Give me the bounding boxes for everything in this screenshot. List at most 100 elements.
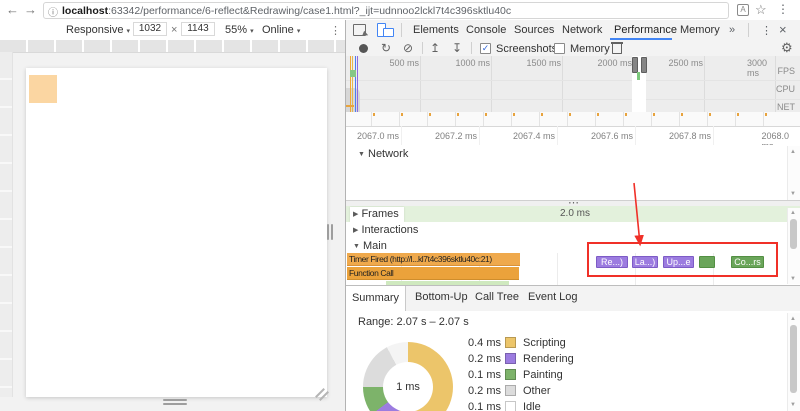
legend-label-other: Other <box>523 385 551 397</box>
flame-chart[interactable]: ▶ Frames 2.0 ms ▶ Interactions ▼ Main Ti… <box>346 206 800 285</box>
filmstrip-thumbnail[interactable] <box>651 112 680 126</box>
viewport-resize-handle-right[interactable] <box>327 224 329 240</box>
tab-memory[interactable]: Memory <box>680 24 720 36</box>
interactions-header[interactable]: ▶ Interactions <box>350 223 423 238</box>
device-type-select[interactable]: Responsive ▾ <box>66 24 130 36</box>
filmstrip-thumbnail[interactable] <box>539 112 568 126</box>
scroll-down-icon[interactable]: ▼ <box>790 191 796 197</box>
zoom-select[interactable]: 55% ▾ <box>225 24 254 36</box>
filmstrip-thumbnail[interactable] <box>399 112 428 126</box>
scroll-down-icon[interactable]: ▼ <box>790 402 796 408</box>
viewport-resize-handle-bottom[interactable] <box>163 403 187 405</box>
tab-event-log[interactable]: Event Log <box>528 291 578 303</box>
network-section-header[interactable]: ▼ Network <box>358 148 408 160</box>
filmstrip-thumbnail[interactable] <box>735 112 764 126</box>
divider <box>422 42 423 54</box>
filmstrip-thumbnail[interactable] <box>371 112 400 126</box>
filmstrip-thumbnail[interactable] <box>679 112 708 126</box>
selection-handle-right[interactable] <box>641 57 647 73</box>
scroll-up-icon[interactable]: ▲ <box>790 316 796 322</box>
load-marker-line <box>357 56 358 112</box>
event-timer-fired[interactable]: Timer Fired (http://l...kl7t4c396sktlu40… <box>347 253 520 266</box>
tab-network[interactable]: Network <box>562 24 602 36</box>
bookmark-star-icon[interactable]: ☆ <box>755 2 767 18</box>
devtools-close-icon[interactable]: × <box>779 22 787 37</box>
gear-icon[interactable]: ⚙ <box>781 41 793 55</box>
viewport-width-input[interactable]: 1032 <box>133 22 167 36</box>
vertical-ruler <box>0 52 13 397</box>
frame-duration: 2.0 ms <box>560 208 590 219</box>
flame-scrollbar[interactable]: ▲ ▼ <box>787 208 800 284</box>
filmstrip-thumbnail[interactable] <box>763 112 792 126</box>
tab-sources[interactable]: Sources <box>514 24 554 36</box>
overview-tick: 1000 ms <box>455 58 490 68</box>
reload-and-profile-icon[interactable]: ↻ <box>381 41 391 55</box>
legend-time: 0.1 ms <box>456 401 501 411</box>
viewport-resize-handle-bottom[interactable] <box>163 399 187 401</box>
filmstrip-thumbnail[interactable] <box>707 112 736 126</box>
performance-toolbar: ↻ ⊘ ↥ ↧ ✓ Screenshots Memory ⚙ <box>346 40 800 57</box>
translate-icon[interactable]: A <box>737 4 749 16</box>
screenshots-checkbox[interactable]: ✓ <box>480 43 491 54</box>
tab-elements[interactable]: Elements <box>413 24 459 36</box>
browser-menu-icon[interactable]: ⋮ <box>777 2 789 16</box>
memory-checkbox[interactable] <box>554 43 565 54</box>
network-section: ▼ Network ▲ ▼ <box>346 145 800 200</box>
frames-row[interactable]: ▶ Frames 2.0 ms <box>346 206 800 223</box>
filmstrip-thumbnail[interactable] <box>595 112 624 126</box>
frames-header[interactable]: ▶ Frames <box>350 207 404 222</box>
annotation-red-box <box>587 242 778 277</box>
scrollbar-thumb[interactable] <box>790 325 797 393</box>
more-tabs-icon[interactable]: » <box>729 24 735 36</box>
filmstrip-thumbnail[interactable] <box>567 112 596 126</box>
device-toolbar: Responsive ▾ 1032 × 1143 55% ▾ Online ▾ … <box>0 20 345 40</box>
scroll-up-icon[interactable]: ▲ <box>790 149 796 155</box>
overview-gridline <box>562 56 563 112</box>
save-profile-icon[interactable]: ↧ <box>452 41 462 55</box>
fps-bar <box>350 70 356 77</box>
forward-icon[interactable]: → <box>24 1 37 18</box>
overview-tick: 2000 ms <box>597 58 632 68</box>
time-breakdown-donut: 1 ms <box>363 342 453 411</box>
filmstrip-thumbnail[interactable] <box>455 112 484 126</box>
trash-icon[interactable] <box>612 44 622 54</box>
overview-gridline <box>491 56 492 112</box>
url-bar[interactable]: ⓘ localhost:63342/performance/6-reflect&… <box>43 2 729 19</box>
event-function-call[interactable]: Function Call <box>347 267 519 280</box>
main-header[interactable]: ▼ Main <box>350 239 392 254</box>
overview-tick: 1500 ms <box>526 58 561 68</box>
back-icon[interactable]: ← <box>6 1 19 18</box>
timeline-overview[interactable]: 500 ms 1000 ms 1500 ms 2000 ms 2500 ms 3… <box>346 56 800 112</box>
filmstrip-thumbnail[interactable] <box>623 112 652 126</box>
network-scrollbar[interactable]: ▲ ▼ <box>787 146 800 200</box>
selection-handle-left[interactable] <box>632 57 638 73</box>
page-viewport[interactable] <box>26 68 327 397</box>
summary-scrollbar[interactable]: ▲ ▼ <box>787 313 800 411</box>
tab-summary[interactable]: Summary <box>346 286 406 311</box>
load-profile-icon[interactable]: ↥ <box>430 41 440 55</box>
filmstrip-thumbnail[interactable] <box>427 112 456 126</box>
scroll-down-icon[interactable]: ▼ <box>790 276 796 282</box>
interactions-row[interactable]: ▶ Interactions <box>346 222 800 239</box>
filmstrip-thumbnail[interactable] <box>511 112 540 126</box>
tab-bottom-up[interactable]: Bottom-Up <box>415 291 468 303</box>
url-text[interactable]: localhost:63342/performance/6-reflect&Re… <box>62 5 722 17</box>
record-icon[interactable] <box>359 44 368 53</box>
filmstrip[interactable] <box>346 112 800 126</box>
clear-icon[interactable]: ⊘ <box>403 41 413 55</box>
devtools-menu-icon[interactable]: ⋮ <box>761 24 772 37</box>
inspect-element-icon[interactable] <box>353 24 366 36</box>
filmstrip-thumbnail[interactable] <box>483 112 512 126</box>
viewport-height-input[interactable]: 1143 <box>181 22 215 36</box>
tab-performance[interactable]: Performance <box>614 24 677 36</box>
viewport-resize-handle-right[interactable] <box>331 224 333 240</box>
throttling-select[interactable]: Online ▾ <box>262 24 300 36</box>
tab-console[interactable]: Console <box>466 24 506 36</box>
device-toolbar-toggle-icon[interactable] <box>383 28 394 37</box>
page-info-icon[interactable]: ⓘ <box>48 4 58 19</box>
device-toolbar-menu-icon[interactable]: ⋮ <box>330 24 341 37</box>
scroll-up-icon[interactable]: ▲ <box>790 210 796 216</box>
url-host: localhost <box>62 5 108 17</box>
scrollbar-thumb[interactable] <box>790 219 797 249</box>
tab-call-tree[interactable]: Call Tree <box>475 291 519 303</box>
